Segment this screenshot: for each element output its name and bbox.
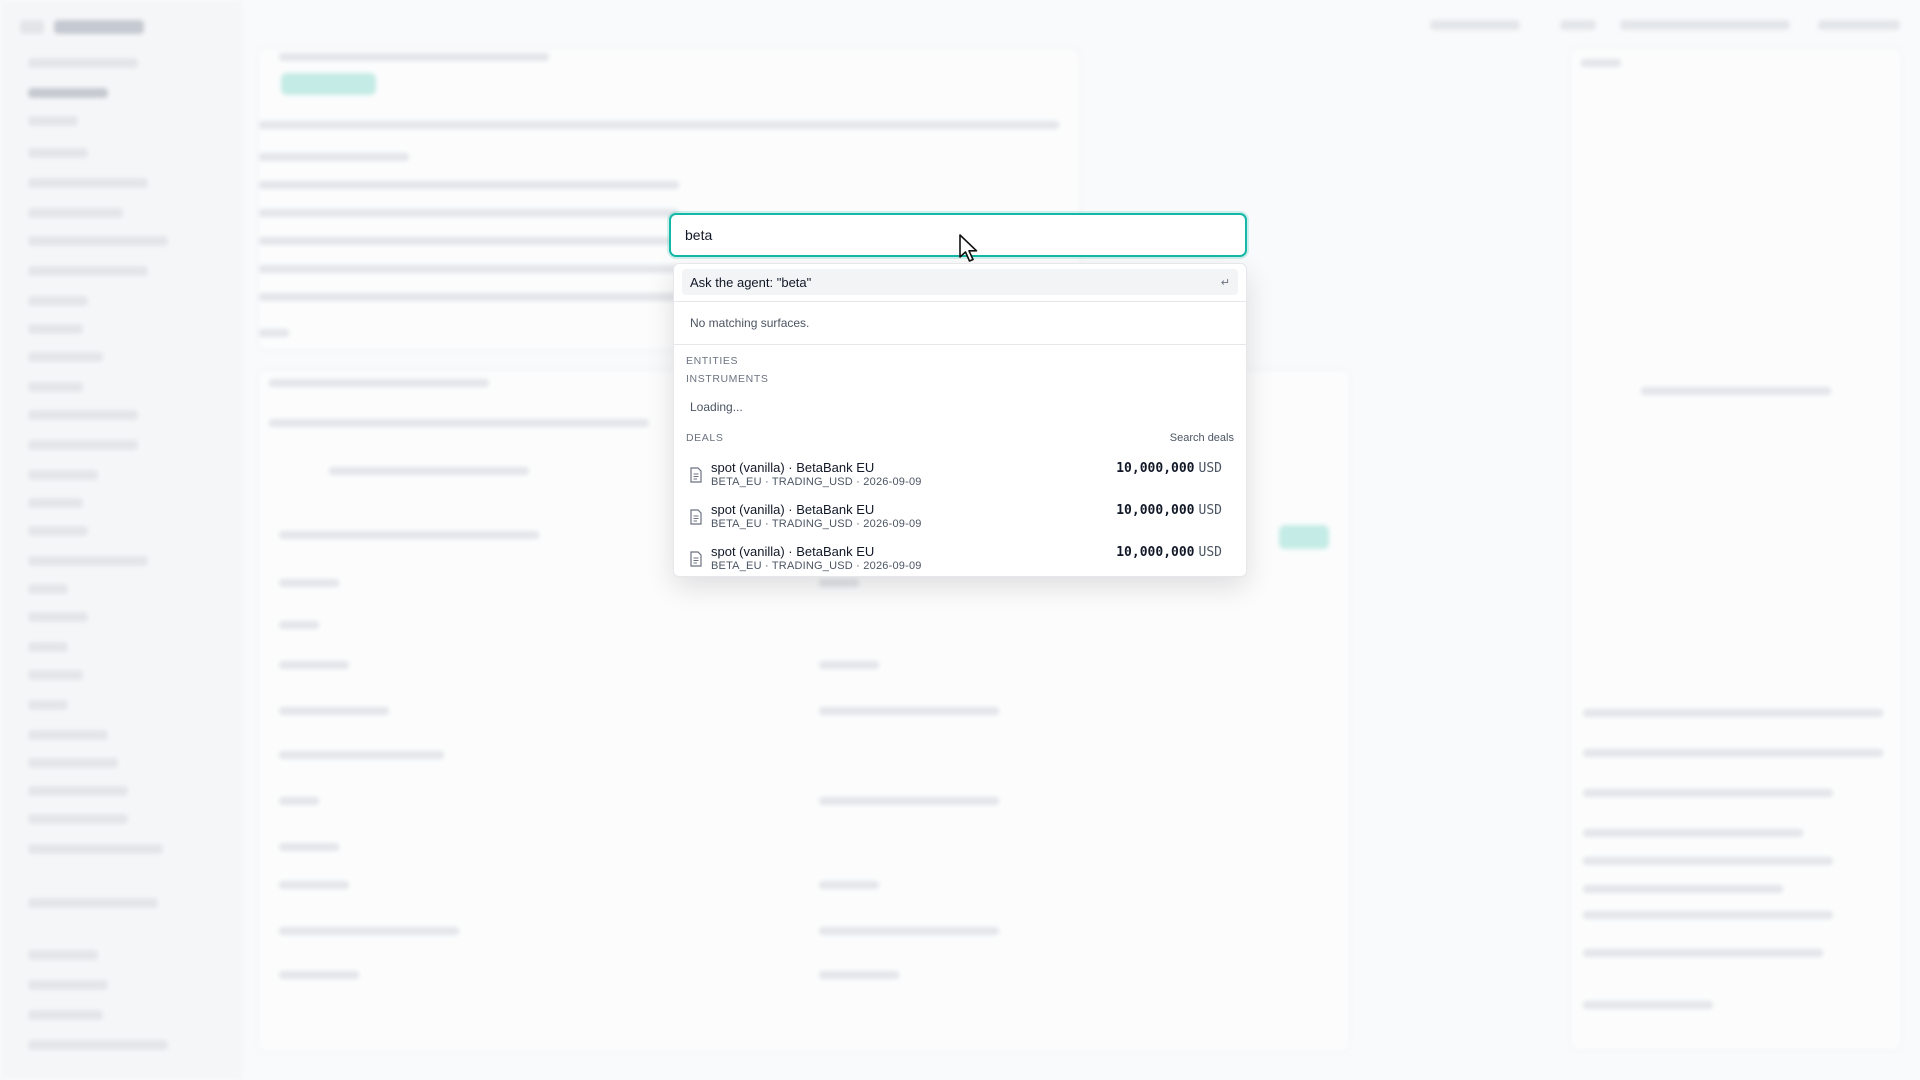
- search-results-dropdown: Ask the agent: "beta" ↵ No matching surf…: [673, 263, 1247, 577]
- deal-result-item[interactable]: spot (vanilla) · BetaBank EU BETA_EU · T…: [682, 498, 1238, 538]
- deal-subtitle: BETA_EU · TRADING_USD · 2026-09-09: [711, 518, 922, 530]
- deal-amount-value: 10,000,000: [1116, 461, 1195, 476]
- document-icon: [690, 551, 702, 567]
- enter-key-icon: ↵: [1220, 275, 1230, 289]
- deal-amount: 10,000,000 USD: [1116, 503, 1222, 518]
- deal-amount-value: 10,000,000: [1116, 545, 1195, 560]
- divider: [674, 344, 1246, 345]
- document-icon: [690, 509, 702, 525]
- deal-title: spot (vanilla) · BetaBank EU: [711, 544, 875, 559]
- search-input[interactable]: [685, 215, 1225, 255]
- deal-currency: USD: [1198, 545, 1222, 560]
- no-surfaces-message: No matching surfaces.: [690, 316, 810, 330]
- sidebar: [0, 0, 241, 1080]
- search-box[interactable]: [669, 213, 1247, 257]
- deal-amount-value: 10,000,000: [1116, 503, 1195, 518]
- search-deals-link[interactable]: Search deals: [1170, 432, 1234, 444]
- deal-subtitle: BETA_EU · TRADING_USD · 2026-09-09: [711, 476, 922, 488]
- deal-amount: 10,000,000 USD: [1116, 545, 1222, 560]
- instruments-section-label: INSTRUMENTS: [686, 373, 769, 385]
- document-icon: [690, 467, 702, 483]
- deal-amount: 10,000,000 USD: [1116, 461, 1222, 476]
- deal-title: spot (vanilla) · BetaBank EU: [711, 502, 875, 517]
- deal-result-item[interactable]: spot (vanilla) · BetaBank EU BETA_EU · T…: [682, 456, 1238, 496]
- divider: [674, 301, 1246, 302]
- deal-title: spot (vanilla) · BetaBank EU: [711, 460, 875, 475]
- entities-section-label: ENTITIES: [686, 355, 739, 367]
- deal-result-item[interactable]: spot (vanilla) · BetaBank EU BETA_EU · T…: [682, 540, 1238, 576]
- ask-agent-option[interactable]: Ask the agent: "beta" ↵: [682, 269, 1238, 295]
- deals-section-label: DEALS: [686, 432, 724, 444]
- deal-currency: USD: [1198, 461, 1222, 476]
- ask-agent-label: Ask the agent: "beta": [690, 274, 812, 290]
- deal-currency: USD: [1198, 503, 1222, 518]
- deal-subtitle: BETA_EU · TRADING_USD · 2026-09-09: [711, 560, 922, 572]
- instruments-loading: Loading...: [690, 400, 743, 414]
